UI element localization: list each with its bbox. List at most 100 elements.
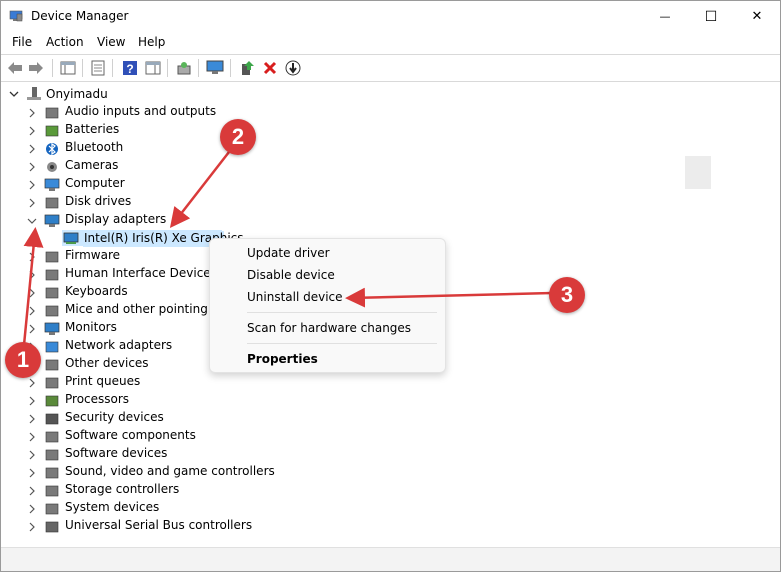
toolbar-separator	[167, 59, 168, 77]
chevron-down-icon[interactable]	[27, 216, 37, 226]
security-icon	[45, 413, 59, 425]
tree-category-label: Human Interface Devices	[65, 266, 217, 280]
chevron-right-icon[interactable]	[27, 414, 37, 424]
chevron-right-icon[interactable]	[27, 432, 37, 442]
usb-icon	[45, 521, 59, 533]
tree-category-label: Sound, video and game controllers	[65, 464, 275, 478]
system-icon	[45, 503, 59, 515]
chevron-right-icon[interactable]	[27, 468, 37, 478]
chevron-right-icon[interactable]	[27, 126, 37, 136]
graphics-card-icon	[63, 232, 79, 244]
disk-icon	[45, 197, 59, 209]
close-icon: ✕	[751, 9, 763, 24]
annotation-badge-3: 3	[549, 277, 585, 313]
forward-arrow-icon	[29, 62, 43, 74]
chevron-down-icon[interactable]	[9, 89, 19, 99]
tree-root-label: Onyimadu	[46, 87, 108, 101]
context-uninstall-device[interactable]: Uninstall device	[247, 290, 343, 304]
tree-category-label: Software devices	[65, 446, 168, 460]
tree-category-label: System devices	[65, 500, 160, 514]
tree-category-label: Other devices	[65, 356, 149, 370]
toolbar-separator	[52, 59, 53, 77]
context-separator	[247, 343, 437, 344]
tree-category-label: Security devices	[65, 410, 164, 424]
chevron-right-icon[interactable]	[27, 288, 37, 298]
help-icon: ?	[123, 61, 137, 76]
uninstall-x-icon	[263, 61, 277, 75]
show-hide-console-tree-button[interactable]	[59, 59, 77, 77]
device-manager-icon	[9, 10, 23, 22]
tree-category-label: Audio inputs and outputs	[65, 104, 217, 118]
tree-category-label: Disk drives	[65, 194, 132, 208]
network-icon	[45, 341, 59, 353]
forward-button[interactable]	[27, 59, 45, 77]
toolbar-separator	[82, 59, 83, 77]
annotation-badge-2: 2	[220, 119, 256, 155]
chevron-right-icon[interactable]	[27, 180, 37, 190]
chevron-right-icon[interactable]	[27, 324, 37, 334]
mouse-icon	[45, 305, 59, 317]
monitor-toolbar-icon	[206, 60, 224, 74]
scan-hardware-button[interactable]	[175, 59, 193, 77]
chevron-right-icon[interactable]	[27, 378, 37, 388]
window-title: Device Manager	[31, 9, 129, 23]
update-driver-button[interactable]	[238, 59, 256, 77]
back-button[interactable]	[6, 59, 24, 77]
chevron-right-icon[interactable]	[27, 504, 37, 514]
speaker-icon	[45, 107, 59, 119]
uninstall-device-button[interactable]	[261, 59, 279, 77]
context-update-driver[interactable]: Update driver	[247, 246, 330, 260]
chevron-right-icon[interactable]	[27, 198, 37, 208]
chevron-right-icon[interactable]	[27, 396, 37, 406]
context-disable-device[interactable]: Disable device	[247, 268, 335, 282]
scroll-region	[685, 156, 711, 189]
computer-root-icon	[27, 87, 41, 100]
tree-category-label: Batteries	[65, 122, 120, 136]
tree-category-label: Display adapters	[65, 212, 167, 226]
properties-icon	[91, 60, 105, 76]
display-devices-button[interactable]	[206, 59, 224, 77]
chevron-right-icon[interactable]	[27, 450, 37, 460]
tree-category-label: Cameras	[65, 158, 119, 172]
tree-category-label: Firmware	[65, 248, 120, 262]
tree-category-label: Print queues	[65, 374, 141, 388]
annotation-badge-1: 1	[5, 342, 41, 378]
chevron-right-icon[interactable]	[27, 270, 37, 280]
chevron-right-icon[interactable]	[27, 252, 37, 262]
properties-toolbar-button[interactable]	[89, 59, 107, 77]
unknown-device-icon	[45, 359, 59, 371]
battery-icon	[45, 125, 59, 137]
chevron-right-icon[interactable]	[27, 486, 37, 496]
chip-icon	[45, 251, 59, 263]
menu-file[interactable]: File	[12, 35, 32, 49]
action-pane-button[interactable]	[144, 59, 162, 77]
toolbar-separator	[230, 59, 231, 77]
disable-device-button[interactable]	[284, 59, 302, 77]
toolbar-separator	[112, 59, 113, 77]
maximize-button[interactable]: ☐	[688, 1, 734, 32]
chevron-right-icon[interactable]	[27, 306, 37, 316]
context-separator	[247, 312, 437, 313]
keyboard-icon	[45, 287, 59, 299]
back-arrow-icon	[8, 62, 22, 74]
tree-category-label: Keyboards	[65, 284, 128, 298]
chevron-right-icon[interactable]	[27, 108, 37, 118]
chevron-right-icon[interactable]	[27, 522, 37, 532]
menu-help[interactable]: Help	[138, 35, 165, 49]
context-properties[interactable]: Properties	[247, 352, 318, 366]
chevron-right-icon[interactable]	[27, 144, 37, 154]
tree-category-label: Software components	[65, 428, 196, 442]
tree-category-label: Computer	[65, 176, 125, 190]
tree-category-label: Universal Serial Bus controllers	[65, 518, 253, 532]
chevron-right-icon[interactable]	[27, 162, 37, 172]
close-button[interactable]: ✕	[734, 1, 780, 32]
context-scan-hardware[interactable]: Scan for hardware changes	[247, 321, 411, 335]
computer-icon	[44, 178, 60, 191]
help-toolbar-button[interactable]: ?	[121, 59, 139, 77]
menu-bar: File Action View Help	[1, 32, 780, 54]
menu-action[interactable]: Action	[46, 35, 84, 49]
menu-view[interactable]: View	[97, 35, 125, 49]
bluetooth-icon	[46, 142, 58, 156]
minimize-button[interactable]: —	[642, 1, 688, 32]
tree-category-label: Bluetooth	[65, 140, 124, 154]
